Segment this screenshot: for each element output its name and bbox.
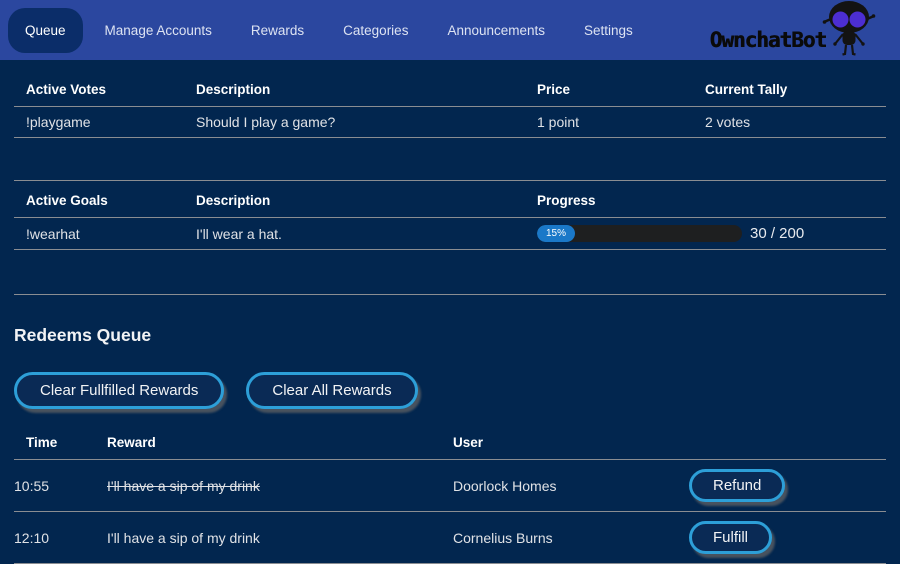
vote-tally: 2 votes — [705, 107, 886, 138]
vote-price: 1 point — [537, 107, 705, 138]
goals-header-progress: Progress — [537, 181, 886, 218]
tab-queue[interactable]: Queue — [8, 8, 83, 53]
vote-command: !playgame — [14, 107, 196, 138]
goal-progress-cell: 15% 30 / 200 — [537, 218, 886, 250]
app-logo: OwnchatBot — [710, 0, 876, 57]
progress-numbers: 30 / 200 — [750, 225, 804, 242]
votes-header-tally: Current Tally — [705, 70, 886, 107]
clear-all-rewards-button[interactable]: Clear All Rewards — [246, 372, 417, 409]
goal-description: I'll wear a hat. — [196, 218, 537, 250]
active-votes-table: Active Votes Description Price Current T… — [14, 70, 886, 138]
tab-settings[interactable]: Settings — [567, 8, 650, 53]
votes-header-command: Active Votes — [14, 70, 196, 107]
vote-description: Should I play a game? — [196, 107, 537, 138]
redeem-user: Doorlock Homes — [453, 460, 689, 512]
goals-header-command: Active Goals — [14, 181, 196, 218]
redeem-reward-text: I'll have a sip of my drink — [107, 530, 260, 546]
goals-header-description: Description — [196, 181, 537, 218]
redeem-user: Cornelius Burns — [453, 512, 689, 564]
refund-button[interactable]: Refund — [689, 469, 785, 502]
table-row: 12:10 I'll have a sip of my drink Cornel… — [14, 512, 886, 564]
goal-command: !wearhat — [14, 218, 196, 250]
redeems-header-action — [689, 423, 886, 460]
redeem-reward: I'll have a sip of my drink — [107, 512, 453, 564]
votes-header-description: Description — [196, 70, 537, 107]
tab-manage-accounts[interactable]: Manage Accounts — [88, 8, 229, 53]
tab-categories[interactable]: Categories — [326, 8, 425, 53]
table-row: !playgame Should I play a game? 1 point … — [14, 107, 886, 138]
votes-header-price: Price — [537, 70, 705, 107]
redeem-action-cell: Refund — [689, 460, 886, 512]
redeem-time: 10:55 — [14, 460, 107, 512]
redeems-header-time: Time — [14, 423, 107, 460]
redeems-actions: Clear Fullfilled Rewards Clear All Rewar… — [14, 372, 886, 409]
redeem-reward: I'll have a sip of my drink — [107, 460, 453, 512]
redeem-time: 12:10 — [14, 512, 107, 564]
redeems-queue-title: Redeems Queue — [14, 325, 886, 346]
progress-bar: 15% — [537, 225, 742, 242]
redeem-reward-text: I'll have a sip of my drink — [107, 478, 260, 494]
section-divider — [14, 294, 886, 295]
tab-rewards[interactable]: Rewards — [234, 8, 321, 53]
robot-mascot-icon — [822, 0, 876, 57]
tab-announcements[interactable]: Announcements — [430, 8, 562, 53]
redeem-action-cell: Fulfill — [689, 512, 886, 564]
redeems-header-user: User — [453, 423, 689, 460]
redeems-header-reward: Reward — [107, 423, 453, 460]
navbar: Queue Manage Accounts Rewards Categories… — [0, 0, 900, 60]
fulfill-button[interactable]: Fulfill — [689, 521, 772, 554]
table-row: 10:55 I'll have a sip of my drink Doorlo… — [14, 460, 886, 512]
clear-fulfilled-rewards-button[interactable]: Clear Fullfilled Rewards — [14, 372, 224, 409]
active-goals-table: Active Goals Description Progress !wearh… — [14, 181, 886, 250]
main-content: Active Votes Description Price Current T… — [0, 60, 900, 564]
progress-fill: 15% — [537, 225, 575, 242]
table-row: !wearhat I'll wear a hat. 15% 30 / 200 — [14, 218, 886, 250]
logo-text: OwnchatBot — [710, 30, 826, 51]
redeems-table: Time Reward User 10:55 I'll have a sip o… — [14, 423, 886, 564]
